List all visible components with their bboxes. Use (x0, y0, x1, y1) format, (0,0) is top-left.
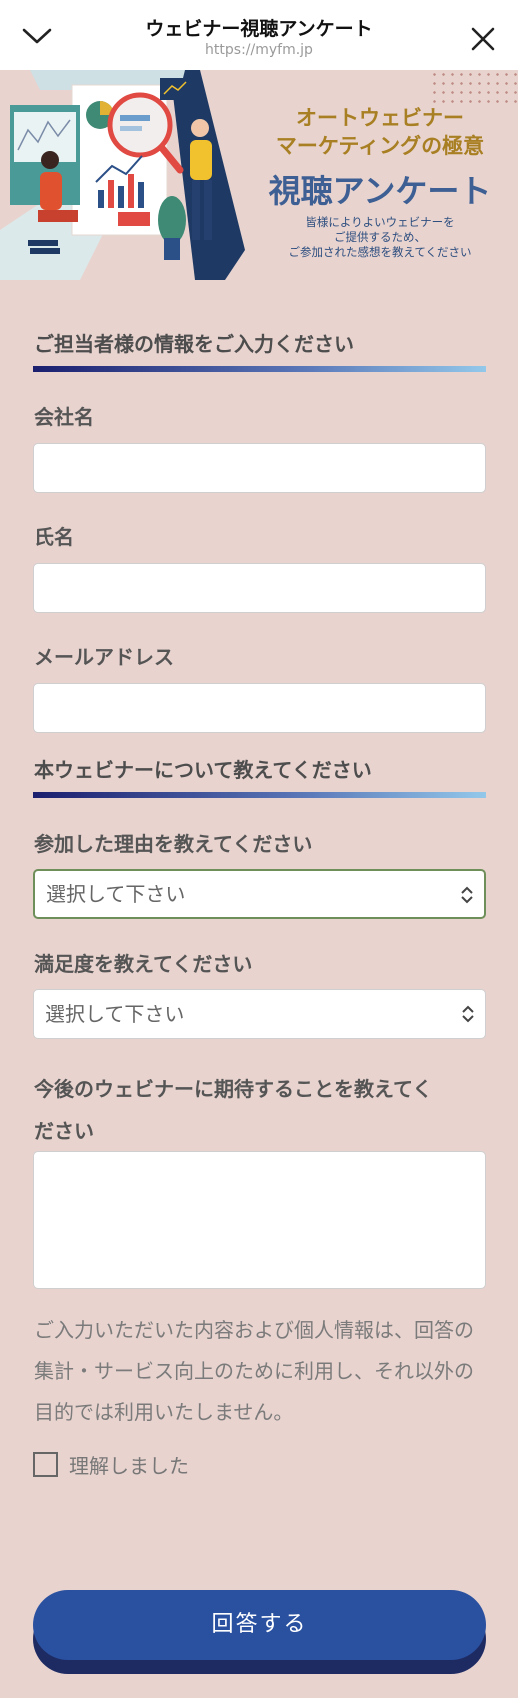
satisfaction-label: 満足度を教えてください (34, 952, 253, 976)
satisfaction-select[interactable]: 選択して下さい (33, 989, 486, 1039)
name-label: 氏名 (34, 525, 74, 549)
banner-subtitle: 皆様によりよいウェビナーを ご提供するため、 ご参加された感想を教えてください (288, 215, 472, 259)
close-icon[interactable] (470, 26, 496, 52)
page-url: https://myfm.jp (205, 42, 313, 58)
reason-select-value: 選択して下さい (46, 882, 186, 906)
name-input[interactable] (33, 563, 486, 613)
banner-main-title: 視聴アンケート (268, 172, 492, 210)
select-arrows-icon (462, 1005, 474, 1023)
select-arrows-icon (461, 886, 473, 904)
section-divider (33, 792, 486, 798)
analytics-illustration (0, 70, 245, 280)
page-title: ウェビナー視聴アンケート (145, 18, 373, 40)
decorative-dots (430, 70, 518, 106)
browser-header: ウェビナー視聴アンケート https://myfm.jp (0, 0, 518, 70)
reason-select[interactable]: 選択して下さい (33, 869, 486, 919)
satisfaction-select-value: 選択して下さい (45, 1002, 185, 1026)
privacy-notice: ご入力いただいた内容および個人情報は、回答の集計・サービス向上のために利用し、そ… (34, 1318, 474, 1424)
expectation-label: 今後のウェビナーに期待することを教えてく ださい (34, 1077, 433, 1143)
section-title-webinar: 本ウェビナーについて教えてください (34, 758, 372, 782)
company-label: 会社名 (34, 405, 94, 429)
email-input[interactable] (33, 683, 486, 733)
consent-label[interactable]: 理解しました (69, 1450, 189, 1479)
email-label: メールアドレス (34, 645, 174, 669)
banner-headline: オートウェビナー マーケティングの極意 (275, 105, 485, 158)
company-input[interactable] (33, 443, 486, 493)
submit-button[interactable]: 回答する (33, 1590, 486, 1660)
expectation-textarea[interactable] (33, 1151, 486, 1289)
consent-checkbox[interactable] (33, 1452, 58, 1477)
section-divider (33, 366, 486, 372)
reason-label: 参加した理由を教えてください (34, 832, 313, 856)
survey-banner: オートウェビナー マーケティングの極意 視聴アンケート 皆様によりよいウェビナー… (0, 70, 518, 280)
section-title-contact: ご担当者様の情報をご入力ください (34, 332, 354, 356)
